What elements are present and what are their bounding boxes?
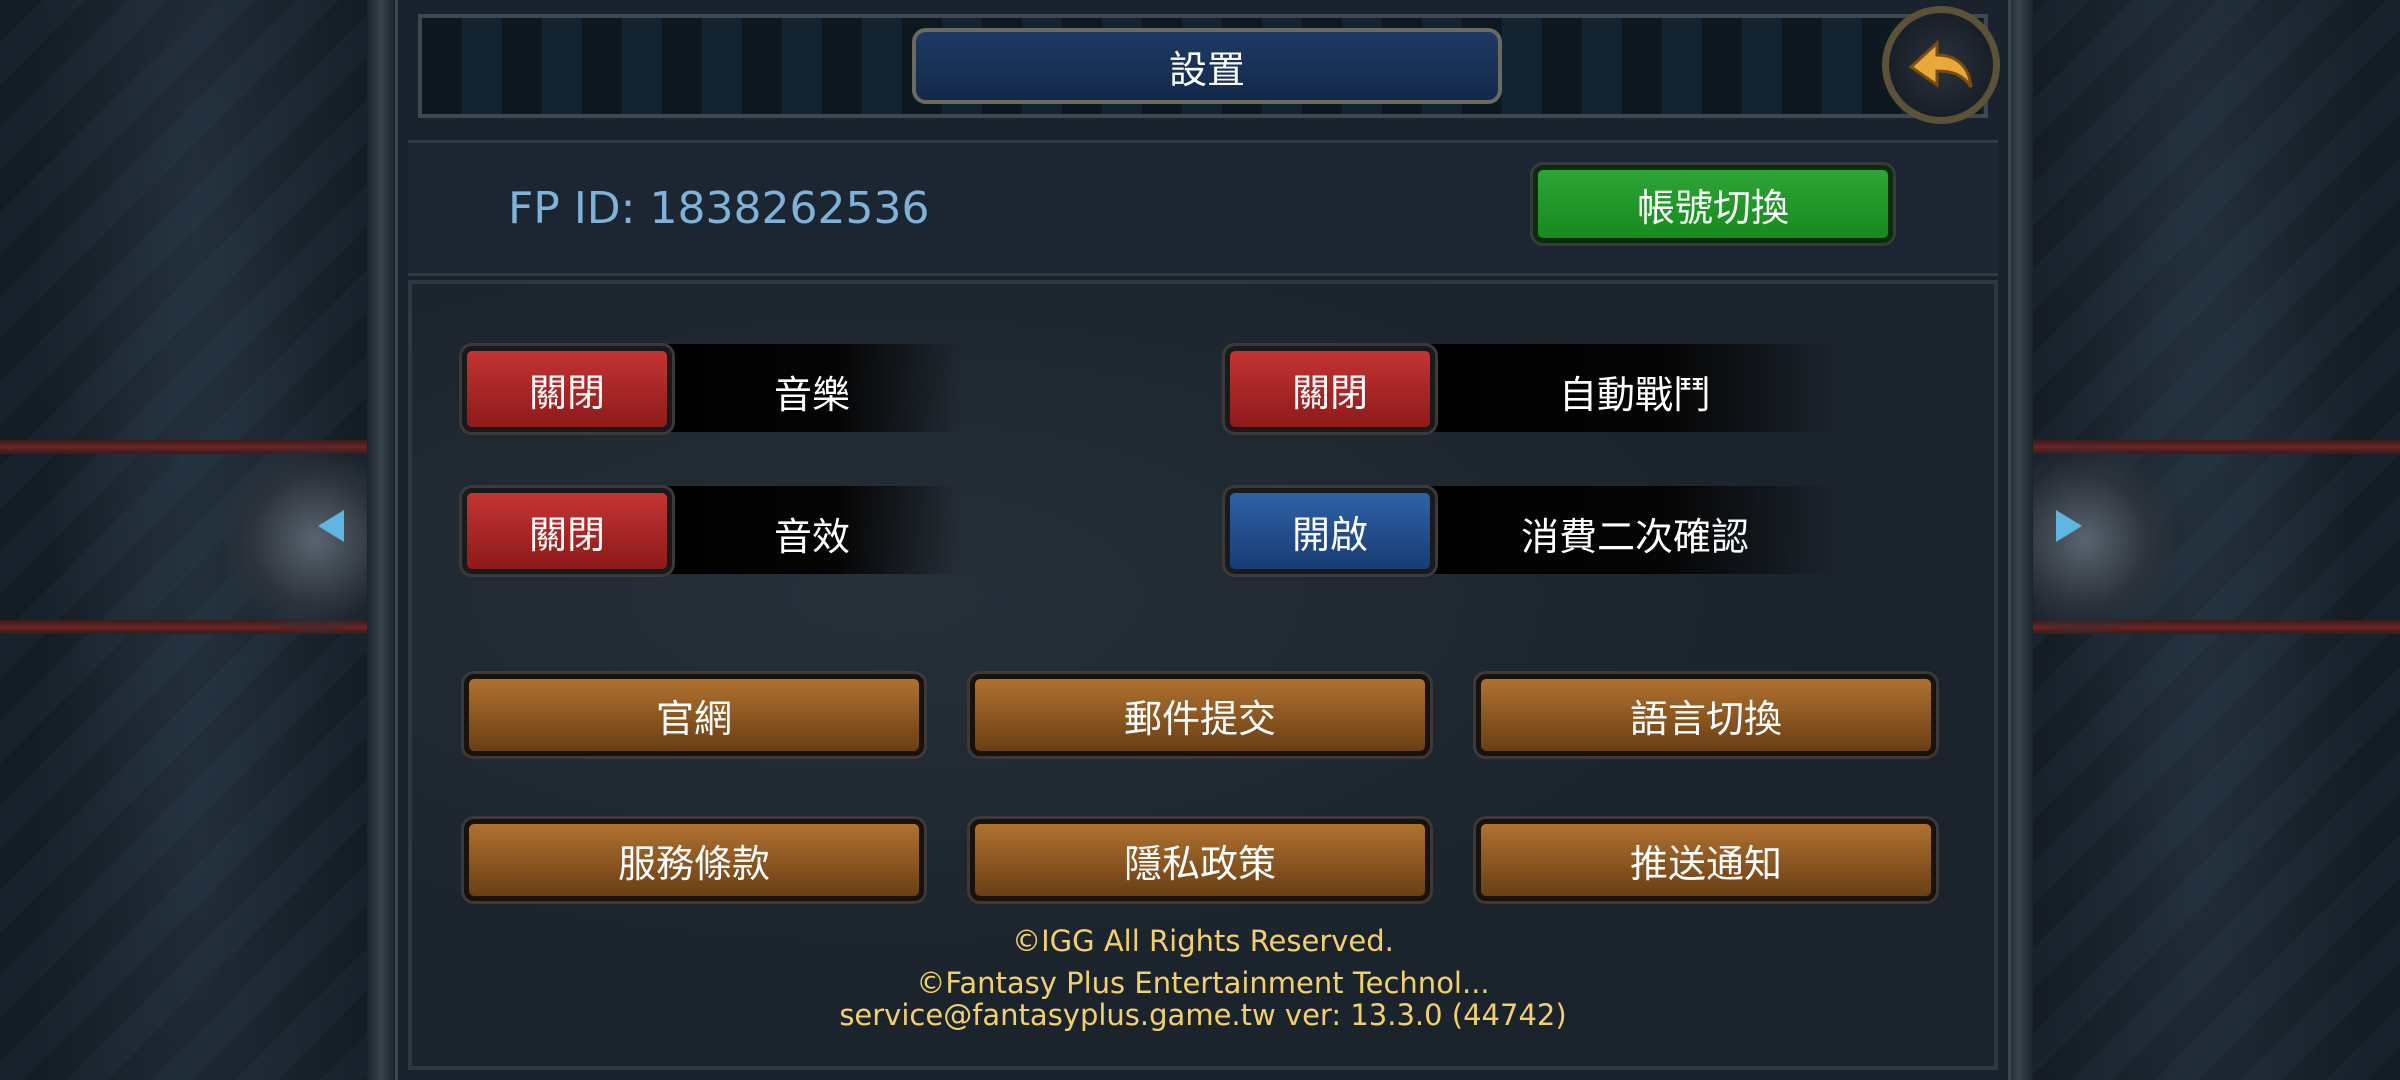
toggle-row-purchase-confirm: 開啟 消費二次確認	[1222, 484, 1835, 578]
language-switch-button[interactable]: 語言切換	[1473, 671, 1939, 759]
copyright-fantasy-plus: ©Fantasy Plus Entertainment Technol...	[916, 966, 1490, 1000]
privacy-policy-button[interactable]: 隱私政策	[967, 816, 1433, 904]
triangle-right-icon[interactable]	[2056, 510, 2082, 542]
music-label: 音樂	[773, 373, 850, 417]
settings-content: 關閉 音樂 關閉 自動戰鬥 關閉 音效 開啟 消費二次確認 官網 郵件提交 語言…	[408, 280, 1998, 1070]
push-notification-button[interactable]: 推送通知	[1473, 816, 1939, 904]
toggle-row-auto-battle: 關閉 自動戰鬥	[1222, 342, 1835, 436]
submit-mail-button[interactable]: 郵件提交	[967, 671, 1433, 759]
switch-account-button[interactable]: 帳號切換	[1530, 162, 1896, 246]
page-title: 設置	[912, 28, 1502, 104]
settings-panel: 設置 FP ID: 1838262536 帳號切換 關閉 音樂 關閉 自動戰鬥 …	[395, 0, 2011, 1080]
sound-effects-label: 音效	[773, 515, 850, 559]
toggle-row-sound-effects: 關閉 音效	[459, 484, 962, 578]
sound-effects-toggle-button[interactable]: 關閉	[459, 485, 675, 577]
panel-pillar	[367, 0, 395, 1080]
purchase-confirm-toggle-button[interactable]: 開啟	[1222, 485, 1438, 577]
account-bar: FP ID: 1838262536 帳號切換	[408, 140, 1998, 276]
service-email-version: service@fantasyplus.game.tw ver: 13.3.0 …	[839, 998, 1567, 1032]
triangle-left-icon[interactable]	[318, 510, 344, 542]
fp-id-text: FP ID: 1838262536	[508, 183, 930, 234]
purchase-confirm-label: 消費二次確認	[1520, 515, 1749, 559]
toggle-row-music: 關閉 音樂	[459, 342, 962, 436]
official-site-button[interactable]: 官網	[461, 671, 927, 759]
auto-battle-label: 自動戰鬥	[1558, 373, 1711, 417]
copyright-igg: ©IGG All Rights Reserved.	[1012, 924, 1394, 958]
back-arrow-icon	[1908, 39, 1973, 88]
panel-header: 設置	[418, 14, 1988, 118]
terms-of-service-button[interactable]: 服務條款	[461, 816, 927, 904]
music-toggle-button[interactable]: 關閉	[459, 343, 675, 435]
back-button[interactable]	[1882, 6, 2000, 124]
auto-battle-toggle-button[interactable]: 關閉	[1222, 343, 1438, 435]
